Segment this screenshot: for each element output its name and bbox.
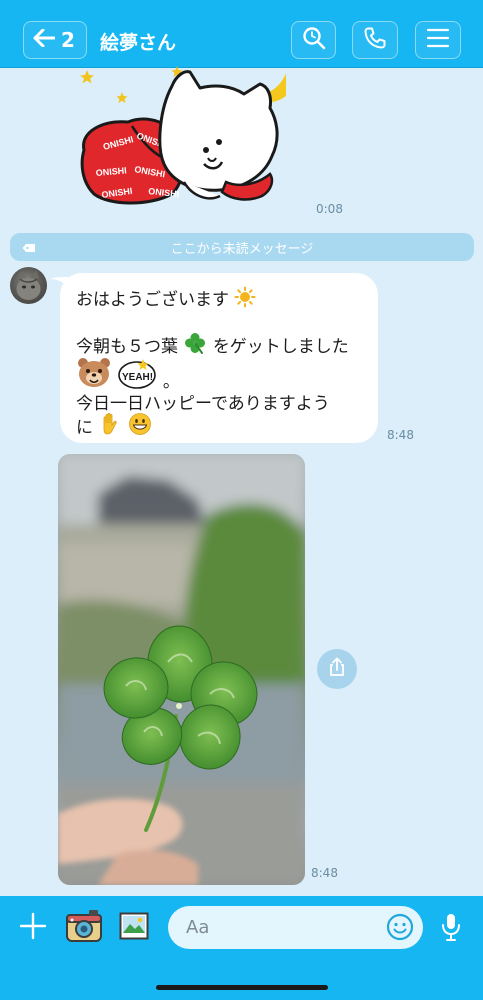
sun-icon (234, 286, 256, 313)
raised-hand-icon (98, 412, 122, 441)
chat-header: 2 絵夢さん (0, 0, 483, 68)
unread-divider: ここから未読メッセージ (10, 233, 474, 261)
plus-icon[interactable] (18, 911, 48, 941)
message-input-placeholder: Aa (186, 917, 210, 938)
back-arrow-icon (33, 28, 56, 51)
cat-sticker[interactable]: ONISHI ONISHI ONISHI ONISHI ONISHI ONISH… (76, 64, 288, 209)
grinning-face-icon (128, 412, 152, 441)
menu-button[interactable] (415, 21, 461, 59)
avatar[interactable] (10, 267, 47, 304)
call-button[interactable] (352, 21, 398, 59)
unread-count: 2 (61, 28, 75, 52)
unread-divider-label: ここから未読メッセージ (170, 241, 314, 257)
message-line-5: に (76, 412, 152, 441)
back-button[interactable]: 2 (23, 21, 87, 59)
smiley-icon[interactable] (385, 912, 415, 942)
phone-icon (363, 26, 387, 54)
message-timestamp: 8:48 (387, 428, 414, 442)
home-indicator (156, 985, 328, 990)
clover-photo[interactable] (58, 454, 305, 885)
image-icon[interactable] (118, 911, 150, 941)
svg-text:YEAH!: YEAH! (122, 372, 153, 383)
search-icon (302, 26, 326, 54)
camera-icon[interactable] (64, 907, 104, 945)
mic-icon[interactable] (438, 910, 464, 944)
sticker-timestamp: 0:08 (316, 202, 343, 216)
clover-icon (183, 331, 207, 360)
search-button[interactable] (291, 21, 336, 59)
menu-icon (426, 28, 450, 52)
message-line-4: 今日一日ハッピーでありますよう (76, 394, 330, 414)
tag-icon (22, 242, 36, 257)
message-line-1: おはようございます (76, 285, 256, 313)
chat-title: 絵夢さん (100, 32, 177, 54)
photo-timestamp: 8:48 (311, 866, 338, 880)
share-icon (327, 657, 347, 681)
share-button[interactable] (317, 649, 357, 689)
